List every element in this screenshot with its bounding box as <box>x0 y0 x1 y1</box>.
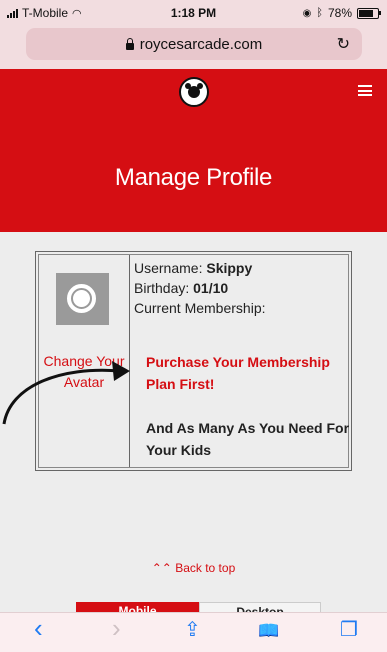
username-value: Skippy <box>206 260 253 276</box>
avatar <box>56 273 109 325</box>
page-title: Manage Profile <box>114 164 273 191</box>
back-to-top-link[interactable]: ⌃⌃ Back to top <box>0 561 387 575</box>
alarm-icon: ◉ <box>302 7 312 19</box>
status-bar: T-Mobile ◠ 1:18 PM ◉ ᛒ 78% <box>0 0 387 26</box>
profile-details: Username: Skippy Birthday: 01/10 Current… <box>134 255 351 467</box>
tabs-icon[interactable]: ❐ <box>340 617 358 642</box>
browser-chrome: roycesarcade.com ↻ <box>0 26 387 69</box>
purchase-membership-link[interactable]: Purchase Your Membership Plan First! <box>146 351 351 395</box>
birthday-row: Birthday: 01/10 <box>134 280 229 296</box>
birthday-value: 01/10 <box>193 280 229 296</box>
bookmarks-icon[interactable]: 📖 <box>258 621 279 641</box>
forward-icon[interactable]: › <box>112 613 121 644</box>
lock-icon <box>125 37 134 50</box>
membership-label: Current Membership: <box>134 300 266 316</box>
address-bar[interactable]: roycesarcade.com ↻ <box>26 28 362 60</box>
bluetooth-icon: ᛒ <box>316 7 323 19</box>
annotation-arrow-icon <box>2 361 130 425</box>
share-icon[interactable]: ⇪ <box>184 617 201 642</box>
back-icon[interactable]: ‹ <box>34 613 43 644</box>
menu-icon[interactable] <box>358 85 372 96</box>
site-logo-icon[interactable] <box>179 77 209 107</box>
battery-percent: 78% <box>327 6 352 20</box>
username-row: Username: Skippy <box>134 260 253 276</box>
reload-icon[interactable]: ↻ <box>337 34 350 54</box>
url-text: roycesarcade.com <box>139 35 263 53</box>
battery-icon <box>357 7 381 19</box>
chevron-up-icon: ⌃⌃ <box>151 561 176 575</box>
site-header: Manage Profile <box>0 69 387 232</box>
membership-note: And As Many As You Need For Your Kids <box>146 420 350 458</box>
browser-toolbar: ‹ › ⇪ 📖 ❐ <box>0 612 387 652</box>
